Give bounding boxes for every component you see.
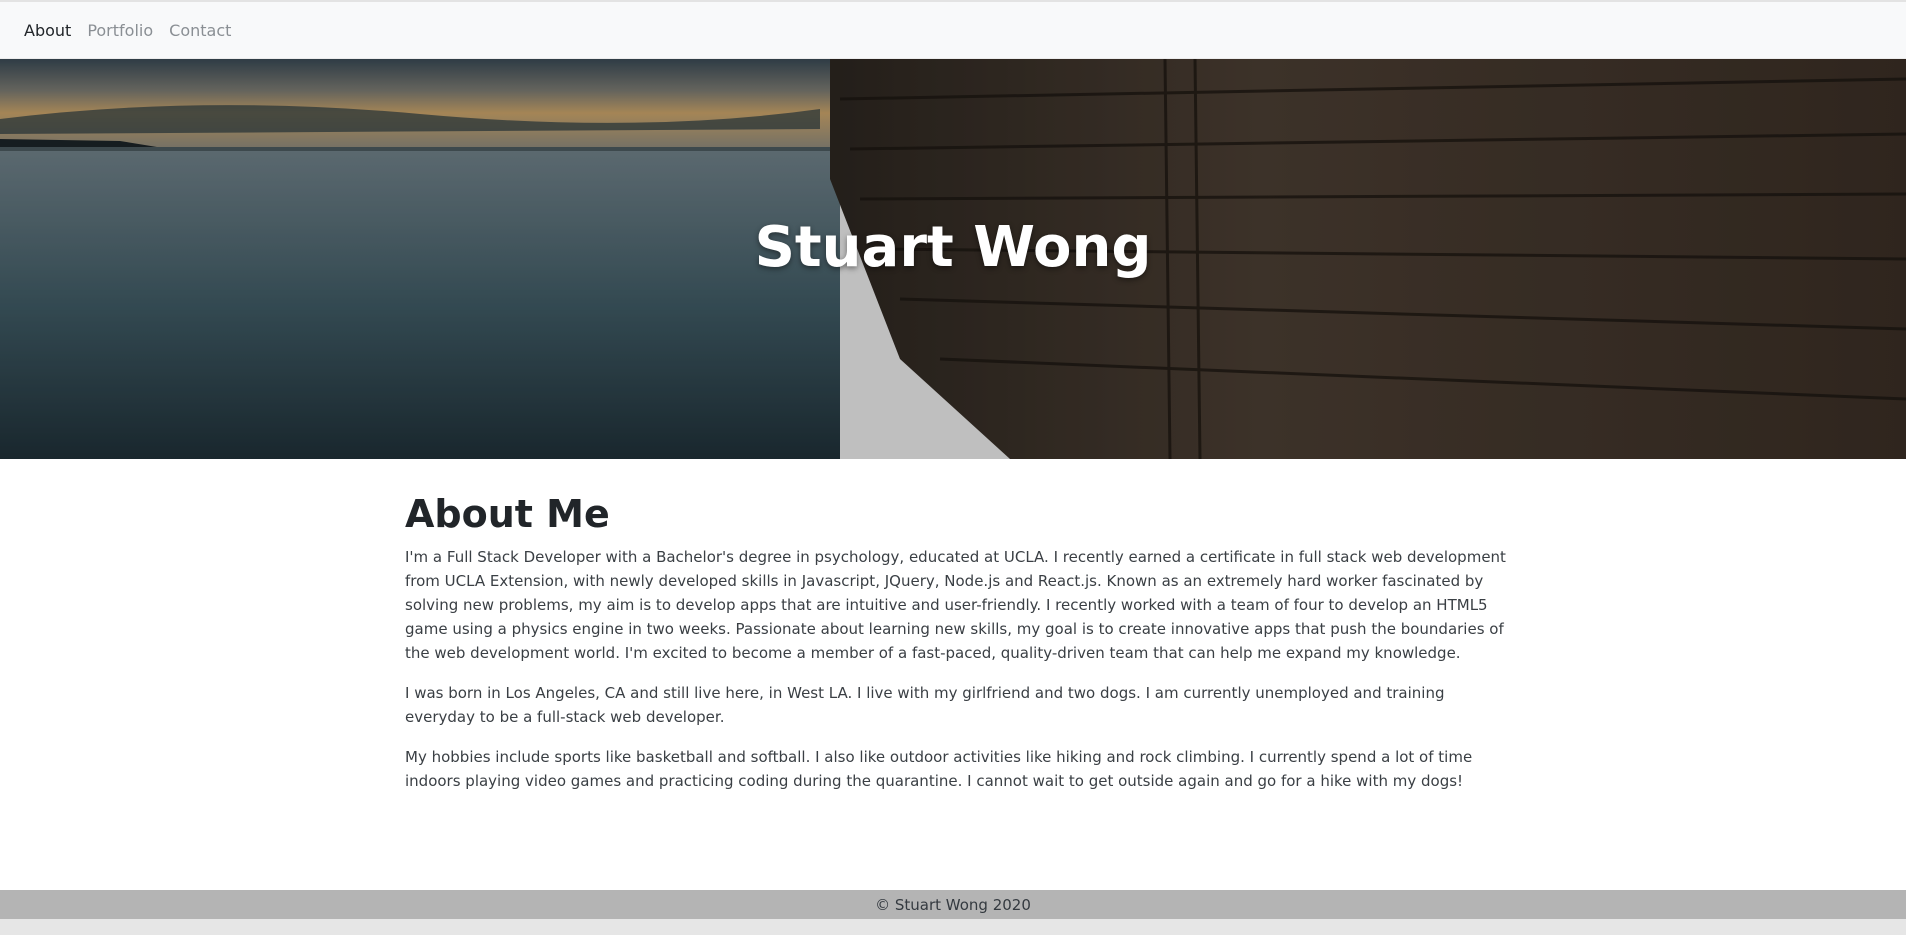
about-paragraph-3: My hobbies include sports like basketbal… [405, 748, 1473, 790]
about-heading: About Me [405, 492, 610, 536]
hero-banner: Stuart Wong [0, 59, 1906, 459]
nav-link-portfolio[interactable]: Portfolio [87, 21, 153, 40]
nav-link-about[interactable]: About [24, 21, 71, 40]
about-paragraph-2: I was born in Los Angeles, CA and still … [405, 684, 1445, 726]
hero-title: Stuart Wong [754, 214, 1152, 280]
about-paragraph-1: I'm a Full Stack Developer with a Bachel… [405, 548, 1506, 662]
nav-link-contact[interactable]: Contact [169, 21, 231, 40]
navbar: About Portfolio Contact [0, 2, 1906, 59]
bottom-strip [0, 919, 1906, 935]
main-content: About Me I'm a Full Stack Developer with… [0, 459, 1906, 890]
about-section: About Me I'm a Full Stack Developer with… [405, 459, 1515, 809]
footer-copyright: © Stuart Wong 2020 [875, 895, 1031, 914]
footer: © Stuart Wong 2020 [0, 890, 1906, 919]
